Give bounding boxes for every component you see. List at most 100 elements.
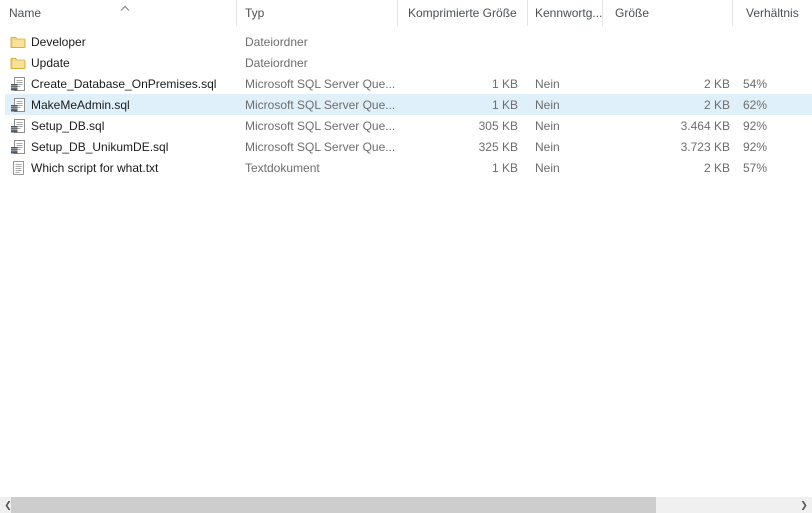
size-cell-text: 3.464 KB <box>681 119 730 133</box>
file-type-cell: Textdokument <box>237 157 398 178</box>
size-cell-text: 3.723 KB <box>681 140 730 154</box>
password-protected-cell: Nein <box>528 94 603 115</box>
txt-file-icon <box>10 160 26 176</box>
ratio-cell-text: 92% <box>743 140 767 154</box>
password-protected-cell: Nein <box>528 115 603 136</box>
file-type-cell-text: Microsoft SQL Server Que... <box>245 77 395 91</box>
ratio-cell-text: 62% <box>743 98 767 112</box>
file-row-Setup_DB_UnikumDE.sql[interactable]: Setup_DB_UnikumDE.sql Microsoft SQL Serve… <box>0 136 812 157</box>
size-cell: 2 KB <box>603 94 733 115</box>
password-protected-cell: Nein <box>528 157 603 178</box>
file-row-MakeMeAdmin.sql[interactable]: MakeMeAdmin.sql Microsoft SQL Server Que.… <box>0 94 812 115</box>
horizontal-scrollbar-thumb[interactable] <box>11 497 656 513</box>
folder-icon <box>10 55 26 71</box>
file-name-label: Create_Database_OnPremises.sql <box>31 77 216 91</box>
file-name-label: Which script for what.txt <box>31 161 158 175</box>
file-type-cell: Microsoft SQL Server Que... <box>237 115 398 136</box>
ratio-cell-text: 57% <box>743 161 767 175</box>
sort-ascending-icon <box>119 1 131 8</box>
compressed-size-cell-text: 325 KB <box>479 140 518 154</box>
size-cell <box>603 31 733 52</box>
compressed-size-cell-text: 1 KB <box>492 77 518 91</box>
column-header-password-protected-label: Kennwortg... <box>535 6 602 20</box>
compressed-size-cell: 325 KB <box>398 136 528 157</box>
file-name-cell: Update <box>5 52 237 73</box>
size-cell: 2 KB <box>603 73 733 94</box>
column-header-row: Name Typ Komprimierte Größe Kennwortg...… <box>0 0 812 26</box>
column-header-password-protected[interactable]: Kennwortg... <box>528 0 603 26</box>
file-row-Developer[interactable]: Developer Dateiordner <box>0 31 812 52</box>
ratio-cell <box>733 52 812 73</box>
file-row-Create_Database_OnPremises.sql[interactable]: Create_Database_OnPremises.sql Microsoft … <box>0 73 812 94</box>
size-cell: 3.723 KB <box>603 136 733 157</box>
file-name-cell: Which script for what.txt <box>5 157 237 178</box>
ratio-cell: 92% <box>733 115 812 136</box>
file-name-cell: Setup_DB_UnikumDE.sql <box>5 136 237 157</box>
column-header-size[interactable]: Größe <box>603 0 733 26</box>
file-type-cell: Microsoft SQL Server Que... <box>237 73 398 94</box>
sql-file-icon <box>10 118 26 134</box>
file-type-cell: Microsoft SQL Server Que... <box>237 94 398 115</box>
size-cell <box>603 52 733 73</box>
sql-file-icon <box>10 97 26 113</box>
file-type-cell-text: Dateiordner <box>245 56 308 70</box>
size-cell-text: 2 KB <box>704 161 730 175</box>
password-protected-cell: Nein <box>528 136 603 157</box>
password-protected-cell-text: Nein <box>535 119 560 133</box>
column-header-compressed-size[interactable]: Komprimierte Größe <box>398 0 528 26</box>
password-protected-cell <box>528 31 603 52</box>
ratio-cell-text: 54% <box>743 77 767 91</box>
file-name-label: Update <box>31 56 70 70</box>
sql-file-icon <box>10 139 26 155</box>
compressed-size-cell <box>398 52 528 73</box>
password-protected-cell <box>528 52 603 73</box>
password-protected-cell-text: Nein <box>535 140 560 154</box>
column-header-ratio[interactable]: Verhältnis <box>733 0 812 26</box>
password-protected-cell-text: Nein <box>535 161 560 175</box>
compressed-size-cell: 305 KB <box>398 115 528 136</box>
file-row-Which script for what.txt[interactable]: Which script for what.txt Textdokument 1 K… <box>0 157 812 178</box>
compressed-size-cell: 1 KB <box>398 157 528 178</box>
file-row-Setup_DB.sql[interactable]: Setup_DB.sql Microsoft SQL Server Que... 3… <box>0 115 812 136</box>
size-cell-text: 2 KB <box>704 98 730 112</box>
column-header-compressed-size-label: Komprimierte Größe <box>408 6 517 20</box>
compressed-size-cell: 1 KB <box>398 94 528 115</box>
ratio-cell: 62% <box>733 94 812 115</box>
sql-file-icon <box>10 76 26 92</box>
column-header-typ-label: Typ <box>245 6 264 20</box>
horizontal-scrollbar[interactable]: ❮ ❯ <box>0 497 812 513</box>
column-header-ratio-label: Verhältnis <box>746 6 799 20</box>
file-type-cell: Dateiordner <box>237 31 398 52</box>
password-protected-cell: Nein <box>528 73 603 94</box>
file-name-cell: Developer <box>5 31 237 52</box>
compressed-size-cell <box>398 31 528 52</box>
ratio-cell: 54% <box>733 73 812 94</box>
ratio-cell: 57% <box>733 157 812 178</box>
file-name-cell: Create_Database_OnPremises.sql <box>5 73 237 94</box>
file-type-cell-text: Microsoft SQL Server Que... <box>245 119 395 133</box>
ratio-cell-text: 92% <box>743 119 767 133</box>
scroll-right-arrow-icon[interactable]: ❯ <box>796 497 812 513</box>
password-protected-cell-text: Nein <box>535 98 560 112</box>
file-type-cell-text: Microsoft SQL Server Que... <box>245 98 395 112</box>
file-type-cell-text: Dateiordner <box>245 35 308 49</box>
compressed-size-cell-text: 1 KB <box>492 98 518 112</box>
ratio-cell <box>733 31 812 52</box>
file-type-cell-text: Textdokument <box>245 161 320 175</box>
column-header-name-label: Name <box>9 6 41 20</box>
folder-icon <box>10 34 26 50</box>
column-header-typ[interactable]: Typ <box>237 0 398 26</box>
ratio-cell: 92% <box>733 136 812 157</box>
file-type-cell-text: Microsoft SQL Server Que... <box>245 140 395 154</box>
file-row-Update[interactable]: Update Dateiordner <box>0 52 812 73</box>
compressed-size-cell: 1 KB <box>398 73 528 94</box>
size-cell: 3.464 KB <box>603 115 733 136</box>
file-name-cell: MakeMeAdmin.sql <box>5 94 237 115</box>
file-name-label: MakeMeAdmin.sql <box>31 98 130 112</box>
file-name-cell: Setup_DB.sql <box>5 115 237 136</box>
file-name-label: Setup_DB_UnikumDE.sql <box>31 140 168 154</box>
compressed-size-cell-text: 305 KB <box>479 119 518 133</box>
column-header-name[interactable]: Name <box>0 0 237 26</box>
file-name-label: Developer <box>31 35 86 49</box>
file-name-label: Setup_DB.sql <box>31 119 104 133</box>
